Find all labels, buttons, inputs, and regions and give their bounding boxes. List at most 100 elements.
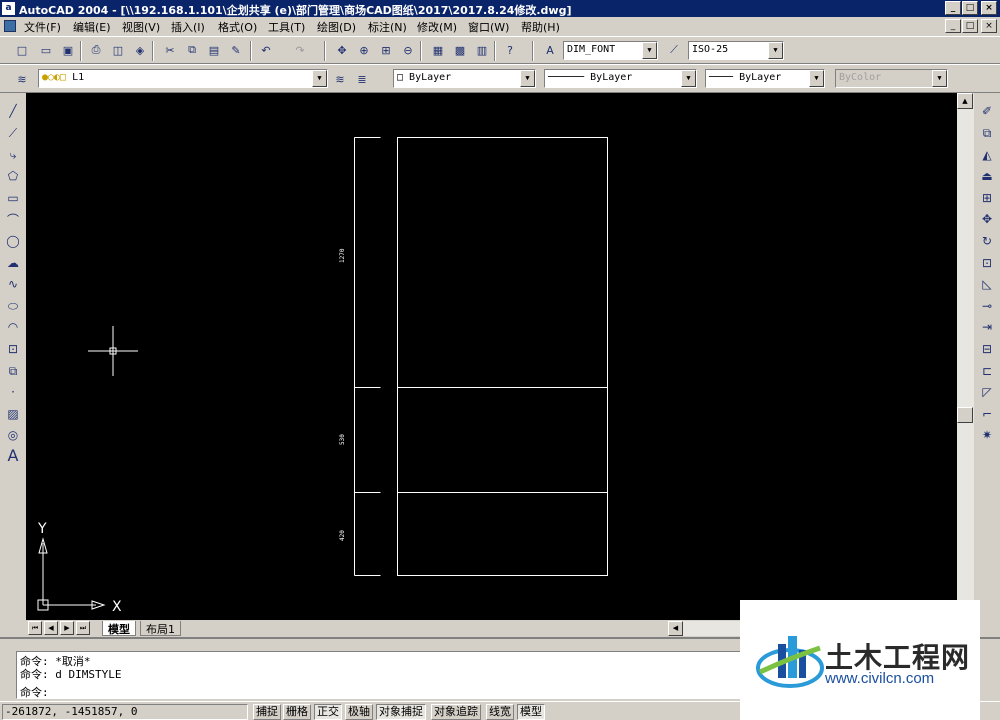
tool-palettes-icon[interactable]: ▥ bbox=[472, 40, 492, 60]
layer-select[interactable]: ●○◐□ L1 ▼ bbox=[38, 69, 328, 88]
chevron-down-icon[interactable]: ▼ bbox=[932, 70, 947, 87]
fillet-icon[interactable]: ⌐ bbox=[977, 404, 997, 424]
document-icon[interactable] bbox=[4, 20, 16, 32]
make-object-layer-current-icon[interactable]: ≋ bbox=[330, 69, 350, 89]
menu-dimension[interactable]: 标注(N) bbox=[368, 19, 407, 35]
multiline-text-icon[interactable]: A bbox=[3, 445, 23, 465]
erase-icon[interactable]: ✐ bbox=[977, 101, 997, 121]
copy-icon[interactable]: ⧉ bbox=[182, 40, 202, 60]
zoom-realtime-icon[interactable]: ⊕ bbox=[354, 40, 374, 60]
chevron-down-icon[interactable]: ▼ bbox=[312, 70, 327, 87]
minimize-button[interactable]: _ bbox=[945, 1, 961, 15]
copy-object-icon[interactable]: ⧉ bbox=[977, 123, 997, 143]
break-icon[interactable]: ⊟ bbox=[977, 339, 997, 359]
new-icon[interactable]: □ bbox=[12, 40, 32, 60]
scale-icon[interactable]: ⊡ bbox=[977, 253, 997, 273]
doc-close-button[interactable]: × bbox=[981, 19, 997, 33]
vertical-scrollbar[interactable]: ▲ bbox=[957, 93, 974, 620]
maximize-button[interactable]: □ bbox=[962, 1, 978, 15]
save-icon[interactable]: ▣ bbox=[58, 40, 78, 60]
open-icon[interactable]: ▭ bbox=[36, 40, 56, 60]
chevron-down-icon[interactable]: ▼ bbox=[520, 70, 535, 87]
offset-icon[interactable]: ⏏ bbox=[977, 166, 997, 186]
ellipse-icon[interactable]: ⬭ bbox=[3, 296, 23, 316]
menu-view[interactable]: 视图(V) bbox=[122, 19, 160, 35]
insert-block-icon[interactable]: ⊡ bbox=[3, 339, 23, 359]
construction-line-icon[interactable]: ⟋ bbox=[3, 123, 23, 143]
properties-icon[interactable]: ▦ bbox=[428, 40, 448, 60]
polar-toggle[interactable]: 极轴 bbox=[345, 704, 373, 720]
last-tab-icon[interactable]: ⏭ bbox=[76, 621, 90, 635]
move-icon[interactable]: ✥ bbox=[977, 209, 997, 229]
drawing-canvas[interactable]: 1270 530 420 Y X bbox=[26, 93, 957, 620]
undo-icon[interactable]: ↶ bbox=[256, 40, 276, 60]
autocad-app-icon[interactable]: a bbox=[2, 2, 15, 15]
region-icon[interactable]: ◎ bbox=[3, 425, 23, 445]
line-icon[interactable]: ╱ bbox=[3, 101, 23, 121]
join-icon[interactable]: ⊏ bbox=[977, 361, 997, 381]
menu-format[interactable]: 格式(O) bbox=[218, 19, 257, 35]
make-block-icon[interactable]: ⧉ bbox=[3, 361, 23, 381]
doc-minimize-button[interactable]: _ bbox=[945, 19, 961, 33]
ortho-toggle[interactable]: 正交 bbox=[314, 704, 342, 720]
text-style-icon[interactable]: A bbox=[540, 40, 560, 60]
extend-icon[interactable]: ⇥ bbox=[977, 317, 997, 337]
rectangle-icon[interactable]: ▭ bbox=[3, 188, 23, 208]
menu-file[interactable]: 文件(F) bbox=[24, 19, 61, 35]
trim-icon[interactable]: ⊸ bbox=[977, 296, 997, 316]
menu-modify[interactable]: 修改(M) bbox=[417, 19, 457, 35]
zoom-window-icon[interactable]: ⊞ bbox=[376, 40, 396, 60]
tab-model[interactable]: 模型 bbox=[102, 621, 136, 636]
prev-tab-icon[interactable]: ◀ bbox=[44, 621, 58, 635]
chevron-down-icon[interactable]: ▼ bbox=[681, 70, 696, 87]
menu-tools[interactable]: 工具(T) bbox=[268, 19, 305, 35]
array-icon[interactable]: ⊞ bbox=[977, 188, 997, 208]
doc-restore-button[interactable]: □ bbox=[962, 19, 978, 33]
scroll-thumb[interactable] bbox=[957, 407, 973, 423]
dim-style-select[interactable]: ISO-25 ▼ bbox=[688, 41, 784, 60]
circle-icon[interactable]: ◯ bbox=[3, 231, 23, 251]
otrack-toggle[interactable]: 对象追踪 bbox=[431, 704, 481, 720]
first-tab-icon[interactable]: ⏮ bbox=[28, 621, 42, 635]
lineweight-control-select[interactable]: ──── ByLayer ▼ bbox=[705, 69, 825, 88]
dim-style-icon[interactable]: ⟋ bbox=[664, 40, 684, 60]
text-style-select[interactable]: DIM_FONT ▼ bbox=[563, 41, 658, 60]
point-icon[interactable]: · bbox=[3, 382, 23, 402]
hatch-icon[interactable]: ▨ bbox=[3, 404, 23, 424]
stretch-icon[interactable]: ◺ bbox=[977, 274, 997, 294]
chevron-down-icon[interactable]: ▼ bbox=[809, 70, 824, 87]
pan-icon[interactable]: ✥ bbox=[332, 40, 352, 60]
redo-icon[interactable]: ↷ bbox=[290, 40, 310, 60]
scroll-left-icon[interactable]: ◀ bbox=[668, 621, 683, 636]
menu-help[interactable]: 帮助(H) bbox=[521, 19, 560, 35]
menu-window[interactable]: 窗口(W) bbox=[468, 19, 509, 35]
print-preview-icon[interactable]: ◫ bbox=[108, 40, 128, 60]
scroll-up-icon[interactable]: ▲ bbox=[957, 93, 973, 109]
menu-edit[interactable]: 编辑(E) bbox=[73, 19, 111, 35]
cabinet-outline[interactable] bbox=[397, 137, 608, 576]
polygon-icon[interactable]: ⬠ bbox=[3, 166, 23, 186]
revision-cloud-icon[interactable]: ☁ bbox=[3, 253, 23, 273]
command-prompt[interactable]: 命令: bbox=[20, 684, 49, 700]
grid-toggle[interactable]: 栅格 bbox=[283, 704, 311, 720]
plot-style-control-select[interactable]: ByColor ▼ bbox=[835, 69, 948, 88]
lineweight-toggle[interactable]: 线宽 bbox=[486, 704, 514, 720]
match-properties-icon[interactable]: ✎ bbox=[226, 40, 246, 60]
layer-previous-icon[interactable]: ≣ bbox=[352, 69, 372, 89]
help-icon[interactable]: ? bbox=[500, 40, 520, 60]
explode-icon[interactable]: ✷ bbox=[977, 425, 997, 445]
chevron-down-icon[interactable]: ▼ bbox=[768, 42, 783, 59]
layer-manager-icon[interactable]: ≋ bbox=[12, 69, 32, 89]
mirror-icon[interactable]: ◭ bbox=[977, 145, 997, 165]
publish-icon[interactable]: ◈ bbox=[130, 40, 150, 60]
snap-toggle[interactable]: 捕捉 bbox=[253, 704, 281, 720]
zoom-previous-icon[interactable]: ⊖ bbox=[398, 40, 418, 60]
menu-draw[interactable]: 绘图(D) bbox=[317, 19, 356, 35]
menu-insert[interactable]: 插入(I) bbox=[171, 19, 205, 35]
polyline-icon[interactable]: ⤷ bbox=[3, 145, 23, 165]
linetype-control-select[interactable]: ────── ByLayer ▼ bbox=[544, 69, 697, 88]
close-button[interactable]: × bbox=[981, 1, 997, 15]
cut-icon[interactable]: ✂ bbox=[160, 40, 180, 60]
tab-layout1[interactable]: 布局1 bbox=[140, 621, 181, 636]
coordinate-readout[interactable]: -261872, -1451857, 0 bbox=[2, 704, 248, 720]
